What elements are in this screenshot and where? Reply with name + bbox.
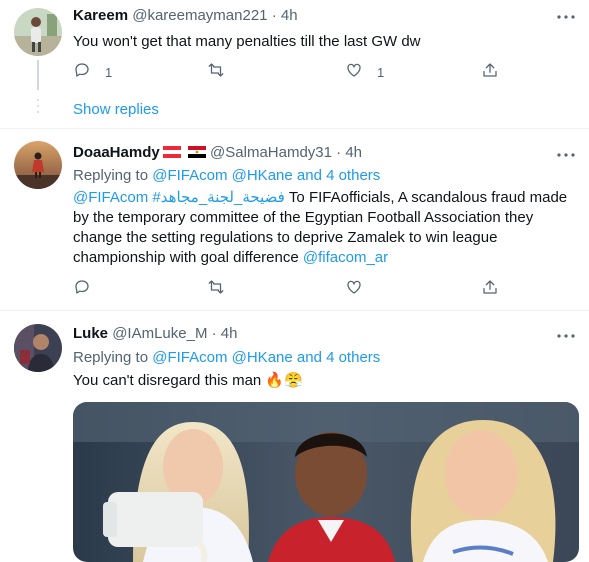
heart-icon	[345, 61, 363, 84]
display-name[interactable]: Luke	[73, 325, 108, 342]
retweet-button[interactable]	[207, 278, 225, 300]
hashtag-link[interactable]: @FIFAcom #فضيحة_لجنة_مجاهد	[73, 189, 285, 206]
display-name[interactable]: Kareem	[73, 7, 128, 24]
reply-button[interactable]: 1	[73, 61, 112, 83]
tweet-header: DoaaHamdy @SalmaHamdy31 · 4h	[73, 144, 362, 161]
handle[interactable]: @kareemayman221	[132, 7, 267, 24]
like-count: 1	[377, 64, 385, 80]
tweet-actions	[73, 278, 503, 300]
mention-link[interactable]: @HKane	[232, 167, 293, 184]
austria-flag-icon	[162, 145, 181, 158]
timestamp[interactable]: 4h	[281, 7, 298, 24]
mention-link[interactable]: @FIFAcom	[152, 167, 227, 184]
show-replies-link[interactable]: Show replies	[73, 101, 159, 118]
mention-link[interactable]: @FIFAcom	[152, 349, 227, 366]
display-name[interactable]: DoaaHamdy	[73, 144, 160, 161]
mention-link[interactable]: @HKane	[232, 349, 293, 366]
tweet-header: Kareem @kareemayman221 · 4h	[73, 7, 298, 24]
others-link[interactable]: and 4 others	[297, 167, 380, 184]
tweet-actions: 1 1	[73, 61, 503, 83]
tweet-kareem[interactable]: Kareem @kareemayman221 · 4h You won't ge…	[0, 0, 589, 128]
timestamp[interactable]: 4h	[345, 144, 362, 161]
others-link[interactable]: and 4 others	[297, 349, 380, 366]
retweet-button[interactable]	[207, 61, 225, 83]
share-icon	[481, 61, 499, 84]
more-icon[interactable]	[557, 147, 575, 158]
separator: ·	[336, 144, 342, 161]
reply-count: 1	[105, 64, 113, 80]
handle[interactable]: @IAmLuke_M	[112, 325, 207, 342]
reply-icon	[73, 278, 91, 301]
egypt-flag-icon	[187, 145, 206, 158]
like-button[interactable]	[345, 278, 363, 300]
reply-button[interactable]	[73, 278, 91, 300]
more-icon[interactable]	[557, 9, 575, 20]
share-icon	[481, 278, 499, 301]
tweet-doaahamdy[interactable]: DoaaHamdy @SalmaHamdy31 · 4h Replying to…	[0, 129, 589, 310]
tweet-media-photo[interactable]	[73, 402, 579, 562]
mention-link[interactable]: @fifacom_ar	[303, 249, 388, 266]
more-icon[interactable]	[557, 328, 575, 339]
share-button[interactable]	[481, 61, 499, 83]
replying-to: Replying to @FIFAcom @HKane and 4 others	[73, 348, 573, 368]
retweet-icon	[207, 61, 225, 84]
separator: ·	[211, 325, 217, 342]
tweet-text: You can't disregard this man 🔥😤	[73, 372, 303, 389]
like-button[interactable]: 1	[345, 61, 384, 83]
reply-icon	[73, 61, 91, 84]
replying-to-label: Replying to	[73, 349, 153, 366]
share-button[interactable]	[481, 278, 499, 300]
retweet-icon	[207, 278, 225, 301]
avatar-luke[interactable]	[14, 324, 62, 372]
replying-to: Replying to @FIFAcom @HKane and 4 others	[73, 166, 573, 186]
timestamp[interactable]: 4h	[221, 325, 238, 342]
replying-to-label: Replying to	[73, 167, 153, 184]
thread-line	[37, 60, 39, 116]
tweet-header: Luke @IAmLuke_M · 4h	[73, 325, 237, 342]
handle[interactable]: @SalmaHamdy31	[210, 144, 332, 161]
separator: ·	[271, 7, 277, 24]
heart-icon	[345, 278, 363, 301]
avatar-doaahamdy[interactable]	[14, 141, 62, 189]
avatar-kareem[interactable]	[14, 8, 62, 56]
tweet-text: You won't get that many penalties till t…	[73, 33, 421, 50]
tweet-text: @FIFAcom #فضيحة_لجنة_مجاهد To FIFAoffici…	[73, 188, 573, 268]
